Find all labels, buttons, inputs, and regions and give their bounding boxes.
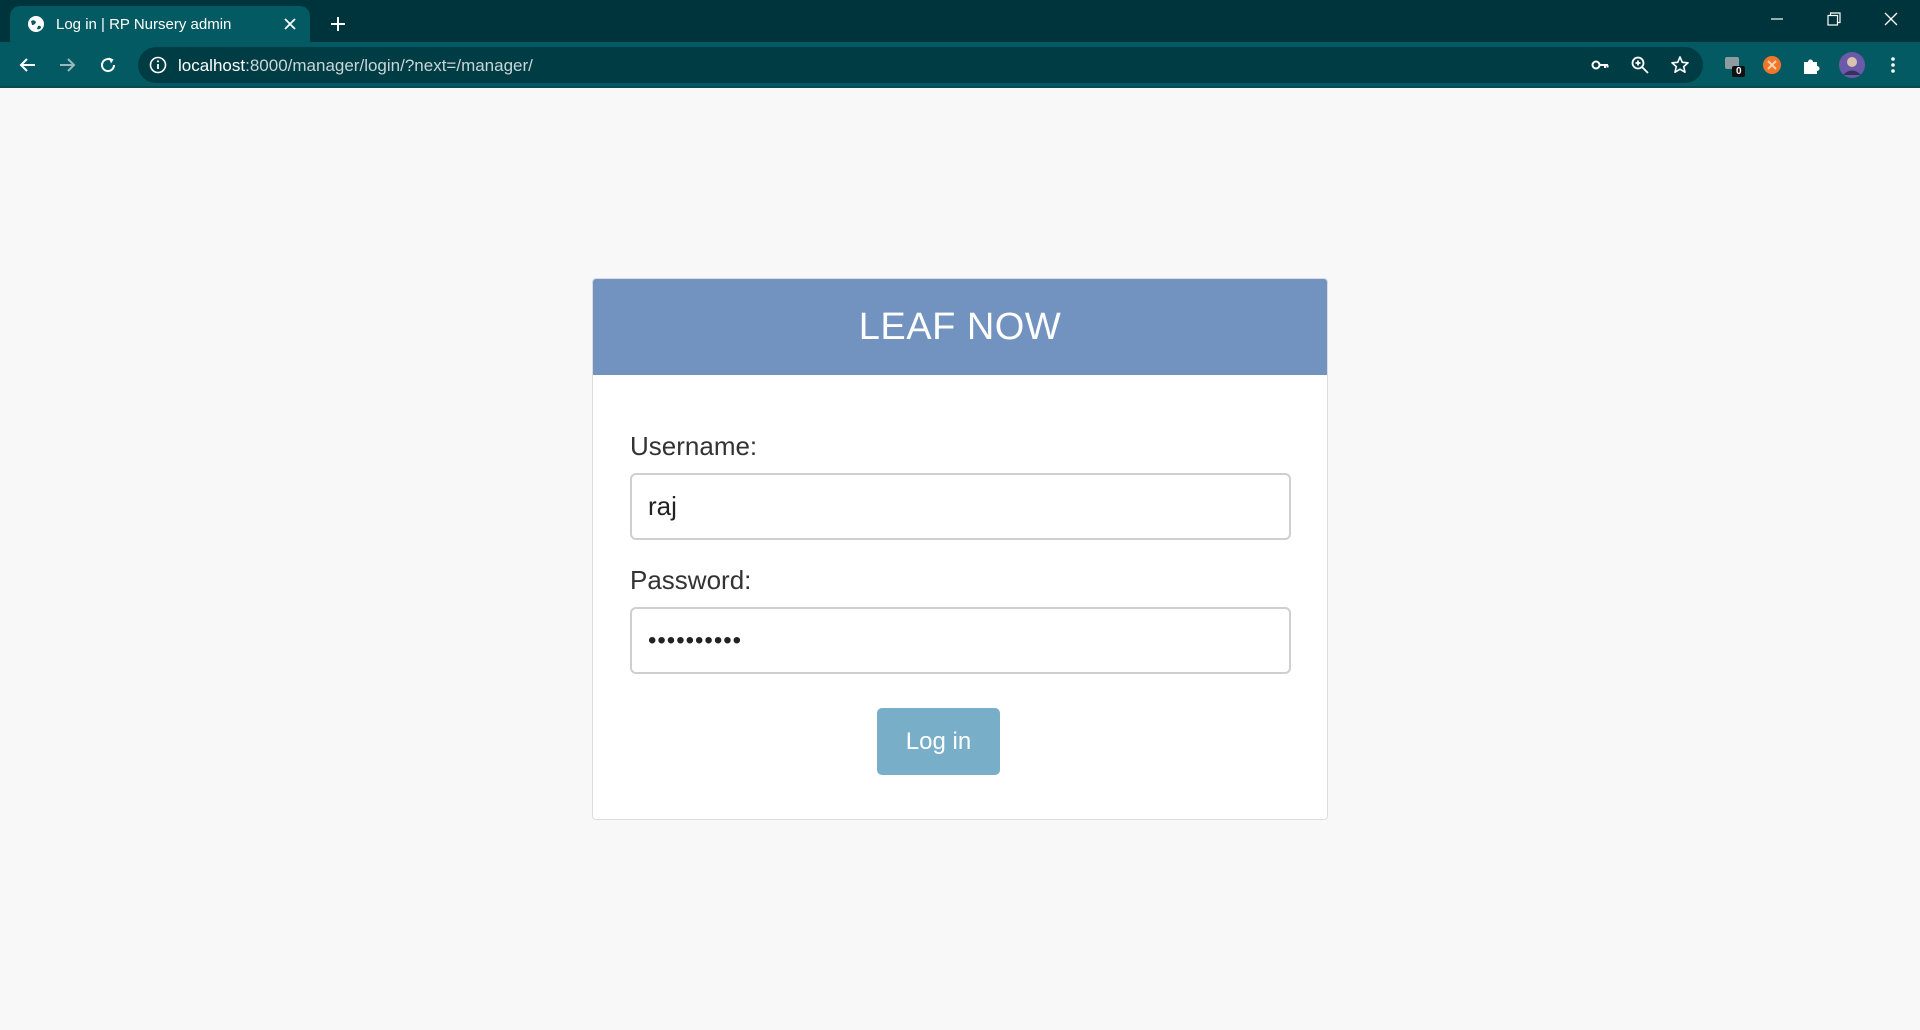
site-brand: LEAF NOW: [858, 305, 1062, 348]
address-bar[interactable]: localhost:8000/manager/login/?next=/mana…: [138, 47, 1703, 83]
restore-icon: [1827, 12, 1841, 26]
username-label: Username:: [630, 431, 758, 461]
browser-menu-button[interactable]: [1877, 49, 1909, 81]
password-label: Password:: [630, 565, 752, 595]
kebab-menu-icon: [1891, 57, 1895, 73]
extension-badge: 0: [1736, 66, 1742, 77]
password-input[interactable]: ••••••••••: [630, 607, 1291, 674]
url-text[interactable]: localhost:8000/manager/login/?next=/mana…: [178, 56, 533, 76]
login-form: Username: raj Password: •••••••••• Log i…: [593, 375, 1327, 819]
url-path: :8000/manager/login/?next=/manager/: [245, 56, 533, 75]
forward-button[interactable]: [51, 49, 83, 81]
arrow-left-icon: [19, 58, 35, 72]
browser-toolbar: localhost:8000/manager/login/?next=/mana…: [0, 42, 1920, 88]
password-value: ••••••••••: [648, 626, 743, 654]
info-icon[interactable]: [148, 55, 168, 75]
extension-counter-icon[interactable]: 0: [1718, 49, 1750, 81]
plus-icon: [331, 17, 345, 31]
key-icon[interactable]: [1586, 51, 1614, 79]
reload-button[interactable]: [92, 49, 124, 81]
reload-icon: [101, 57, 116, 73]
login-button[interactable]: Log in: [877, 708, 1000, 775]
username-value: raj: [648, 491, 677, 521]
url-host: localhost: [178, 56, 246, 75]
puzzle-extensions-icon[interactable]: [1796, 49, 1828, 81]
login-header: LEAF NOW: [593, 279, 1327, 375]
zoom-icon[interactable]: [1626, 51, 1654, 79]
tab-strip: Log in | RP Nursery admin: [0, 0, 1920, 42]
globe-icon: [26, 14, 46, 34]
close-window-button[interactable]: [1862, 0, 1920, 38]
browser-tab-active[interactable]: Log in | RP Nursery admin: [10, 6, 310, 42]
orange-extension-icon[interactable]: [1756, 49, 1788, 81]
username-input[interactable]: raj: [630, 473, 1291, 540]
login-card: LEAF NOW Username: raj Password: •••••••…: [592, 278, 1328, 820]
profile-avatar[interactable]: [1836, 49, 1868, 81]
close-icon: [1884, 12, 1898, 26]
bookmark-star-icon[interactable]: [1666, 51, 1694, 79]
arrow-right-icon: [60, 58, 76, 72]
restore-button[interactable]: [1805, 0, 1863, 38]
new-tab-button[interactable]: [322, 8, 354, 40]
minimize-button[interactable]: [1748, 0, 1806, 38]
back-button[interactable]: [12, 49, 44, 81]
close-tab-icon[interactable]: [276, 10, 304, 38]
minimize-icon: [1771, 18, 1783, 20]
tab-title: Log in | RP Nursery admin: [56, 15, 232, 33]
